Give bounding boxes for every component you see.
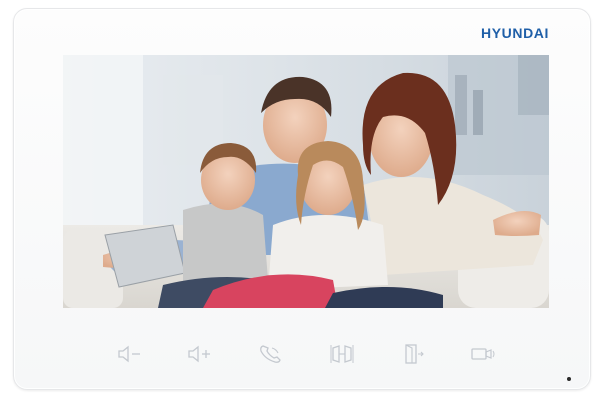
video-screen[interactable] <box>63 55 549 308</box>
volume-up-button[interactable] <box>183 339 217 369</box>
volume-up-icon <box>188 345 210 363</box>
volume-down-button[interactable] <box>113 339 147 369</box>
unlock-gate-icon <box>330 345 354 363</box>
brand-logo: HYUNDAI <box>481 25 549 41</box>
button-panel <box>14 339 592 369</box>
talk-button[interactable] <box>254 339 288 369</box>
volume-down-icon <box>118 345 140 363</box>
open-door-icon <box>405 344 424 364</box>
status-led <box>567 377 571 381</box>
page: HYUNDAI <box>0 0 601 398</box>
camera-monitor-button[interactable] <box>466 339 500 369</box>
video-feed-image <box>63 55 549 308</box>
camera-monitor-icon <box>471 348 495 360</box>
open-door-button[interactable] <box>396 339 430 369</box>
unlock-gate-button[interactable] <box>325 339 359 369</box>
talk-handset-icon <box>260 345 281 363</box>
intercom-monitor: HYUNDAI <box>13 8 591 390</box>
